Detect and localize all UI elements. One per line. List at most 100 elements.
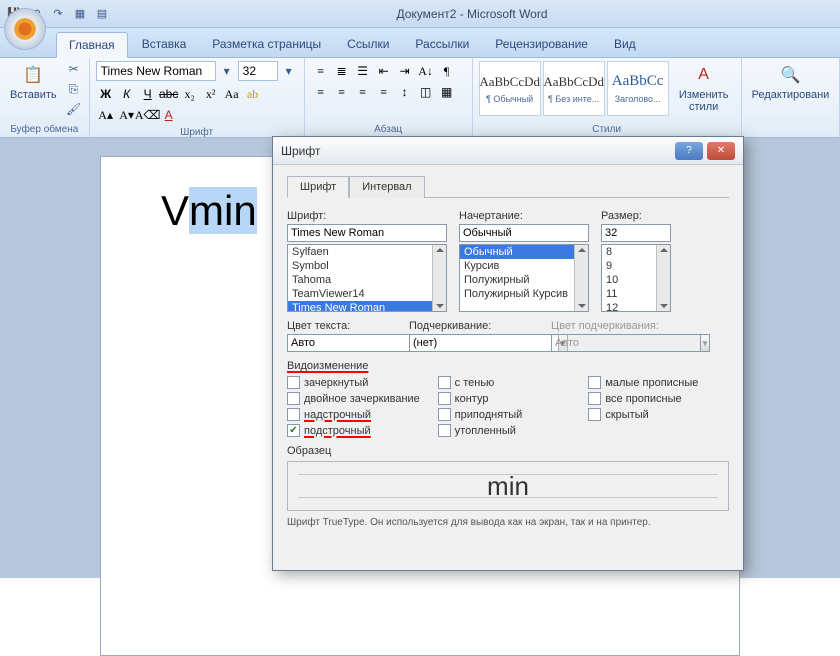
chk-dblstrike[interactable]: двойное зачеркивание xyxy=(287,392,428,405)
checkbox-icon[interactable] xyxy=(438,408,451,421)
list-item[interactable]: TeamViewer14 xyxy=(288,287,446,301)
sort-button[interactable]: A↓ xyxy=(416,61,436,81)
style-nospacing[interactable]: AaBbCcDd¶ Без инте... xyxy=(543,61,605,116)
font-color-combo[interactable]: ▼ xyxy=(287,334,397,352)
chk-engrave[interactable]: утопленный xyxy=(438,424,579,437)
tab-layout[interactable]: Разметка страницы xyxy=(200,32,333,57)
dialog-tab-font[interactable]: Шрифт xyxy=(287,176,349,198)
checkbox-icon[interactable]: ✔ xyxy=(287,424,300,437)
borders-button[interactable]: ▦ xyxy=(437,82,457,102)
list-item[interactable]: Полужирный xyxy=(460,273,588,287)
checkbox-icon[interactable] xyxy=(438,424,451,437)
align-right-button[interactable]: ≡ xyxy=(353,82,373,102)
checkbox-icon[interactable] xyxy=(588,376,601,389)
underline-button[interactable]: Ч xyxy=(138,84,158,104)
list-item[interactable]: Полужирный Курсив xyxy=(460,287,588,301)
tab-references[interactable]: Ссылки xyxy=(335,32,401,57)
scrollbar[interactable] xyxy=(574,245,588,311)
checkbox-icon[interactable] xyxy=(588,408,601,421)
checkbox-icon[interactable] xyxy=(588,392,601,405)
dialog-tab-spacing[interactable]: Интервал xyxy=(349,176,424,198)
chk-allcaps[interactable]: все прописные xyxy=(588,392,729,405)
chk-strikethrough[interactable]: зачеркнутый xyxy=(287,376,428,389)
chk-hidden[interactable]: скрытый xyxy=(588,408,729,421)
checkbox-icon[interactable] xyxy=(438,392,451,405)
shrink-font-button[interactable]: A▾ xyxy=(117,105,137,125)
line-spacing-button[interactable]: ↕ xyxy=(395,82,415,102)
change-styles-button[interactable]: A Изменить стили xyxy=(673,61,735,115)
chk-smallcaps[interactable]: малые прописные xyxy=(588,376,729,389)
justify-button[interactable]: ≡ xyxy=(374,82,394,102)
shading-button[interactable]: ◫ xyxy=(416,82,436,102)
list-item[interactable]: Symbol xyxy=(288,259,446,273)
highlight-button[interactable]: ab xyxy=(243,84,263,104)
font-name-input[interactable] xyxy=(287,224,447,242)
font-name-combo[interactable] xyxy=(96,61,216,81)
style-listbox[interactable]: Обычный Курсив Полужирный Полужирный Кур… xyxy=(459,244,589,312)
font-color-button[interactable]: A xyxy=(159,105,179,125)
dialog-titlebar[interactable]: Шрифт ? ✕ xyxy=(273,137,743,165)
show-marks-button[interactable]: ¶ xyxy=(437,61,457,81)
list-item[interactable]: Sylfaen xyxy=(288,245,446,259)
superscript-button[interactable]: x² xyxy=(201,84,221,104)
redo-icon[interactable]: ↷ xyxy=(50,6,66,22)
dialog-help-button[interactable]: ? xyxy=(675,142,703,160)
chevron-down-icon[interactable]: ▾ xyxy=(218,63,236,79)
scrollbar[interactable] xyxy=(432,245,446,311)
font-listbox[interactable]: Sylfaen Symbol Tahoma TeamViewer14 Times… xyxy=(287,244,447,312)
clear-format-button[interactable]: A⌫ xyxy=(138,105,158,125)
multilevel-button[interactable]: ☰ xyxy=(353,61,373,81)
bullets-button[interactable]: ≡ xyxy=(311,61,331,81)
tab-view[interactable]: Вид xyxy=(602,32,648,57)
ulcolor-label: Цвет подчеркивания: xyxy=(551,320,681,332)
style-normal[interactable]: AaBbCcDd¶ Обычный xyxy=(479,61,541,116)
chk-shadow[interactable]: с тенью xyxy=(438,376,579,389)
paste-button[interactable]: 📋 Вставить xyxy=(6,61,61,103)
editing-button[interactable]: 🔍 Редактировани xyxy=(748,61,834,103)
align-center-button[interactable]: ≡ xyxy=(332,82,352,102)
checkbox-icon[interactable] xyxy=(287,408,300,421)
tab-mailings[interactable]: Рассылки xyxy=(403,32,481,57)
chevron-down-icon[interactable]: ▾ xyxy=(280,63,298,79)
font-size-combo[interactable] xyxy=(238,61,278,81)
decrease-indent-button[interactable]: ⇤ xyxy=(374,61,394,81)
tab-home[interactable]: Главная xyxy=(56,32,128,58)
italic-button[interactable]: К xyxy=(117,84,137,104)
chk-outline[interactable]: контур xyxy=(438,392,579,405)
copy-icon[interactable]: ⎘ xyxy=(65,81,83,97)
list-item[interactable]: Tahoma xyxy=(288,273,446,287)
chk-label: утопленный xyxy=(455,425,516,437)
qat-icon[interactable]: ▦ xyxy=(72,6,88,22)
list-item[interactable]: Курсив xyxy=(460,259,588,273)
grow-font-button[interactable]: A▴ xyxy=(96,105,116,125)
office-button[interactable] xyxy=(4,8,46,50)
strike-button[interactable]: abc xyxy=(159,84,179,104)
increase-indent-button[interactable]: ⇥ xyxy=(395,61,415,81)
subscript-button[interactable]: x₂ xyxy=(180,84,200,104)
tab-insert[interactable]: Вставка xyxy=(130,32,199,57)
checkbox-icon[interactable] xyxy=(287,376,300,389)
qat-icon[interactable]: ▤ xyxy=(94,6,110,22)
format-painter-icon[interactable]: 🖌 xyxy=(65,101,83,117)
list-item[interactable]: Times New Roman xyxy=(288,301,446,312)
font-style-input[interactable] xyxy=(459,224,589,242)
tab-review[interactable]: Рецензирование xyxy=(483,32,600,57)
cut-icon[interactable]: ✂ xyxy=(65,61,83,77)
change-case-button[interactable]: Aa xyxy=(222,84,242,104)
checkbox-icon[interactable] xyxy=(287,392,300,405)
style-heading1[interactable]: AaBbCcЗаголово... xyxy=(607,61,669,116)
chk-subscript[interactable]: ✔подстрочный xyxy=(287,424,428,437)
list-item[interactable]: Обычный xyxy=(460,245,588,259)
dialog-close-button[interactable]: ✕ xyxy=(707,142,735,160)
numbering-button[interactable]: ≣ xyxy=(332,61,352,81)
combo-value[interactable] xyxy=(409,334,559,352)
chk-emboss[interactable]: приподнятый xyxy=(438,408,579,421)
font-size-input[interactable] xyxy=(601,224,671,242)
size-listbox[interactable]: 8 9 10 11 12 xyxy=(601,244,671,312)
chk-superscript[interactable]: надстрочный xyxy=(287,408,428,421)
scrollbar[interactable] xyxy=(656,245,670,311)
bold-button[interactable]: Ж xyxy=(96,84,116,104)
underline-combo[interactable]: ▼ xyxy=(409,334,539,352)
align-left-button[interactable]: ≡ xyxy=(311,82,331,102)
checkbox-icon[interactable] xyxy=(438,376,451,389)
